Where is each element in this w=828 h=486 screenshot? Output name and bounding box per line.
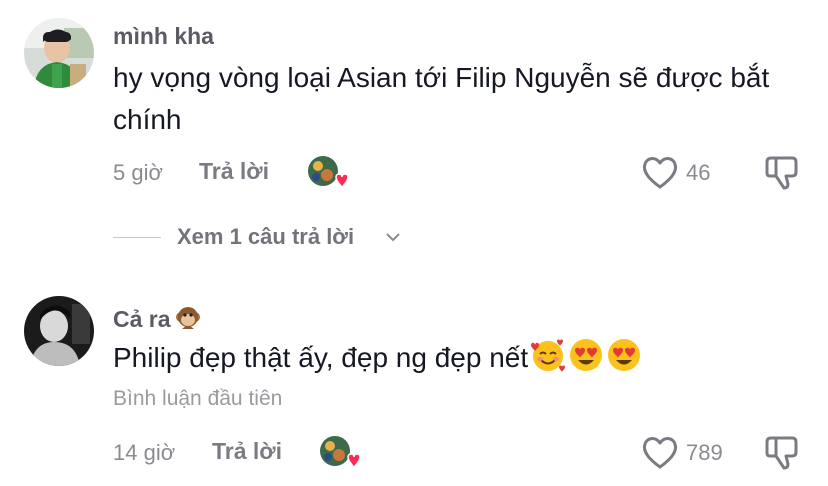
comment-text-body: Philip đẹp thật ấy, đẹp ng đẹp nết: [113, 342, 529, 373]
smiling-face-with-hearts-emoji: [530, 337, 566, 385]
creator-liked-badge: [304, 153, 350, 193]
comment-time: 5 giờ: [113, 160, 163, 185]
chevron-down-icon: [386, 233, 400, 242]
heart-eyes-emoji: [568, 337, 604, 385]
creator-liked-badge: [316, 433, 362, 473]
avatar[interactable]: [24, 18, 94, 88]
comment-item: Cả ra Philip đẹp thật ấy, đẹp ng đẹp nết…: [0, 260, 828, 486]
username-text: Cả ra: [113, 306, 171, 332]
like-count: 46: [686, 160, 711, 185]
view-replies-label: Xem 1 câu trả lời: [177, 224, 355, 249]
view-replies-button[interactable]: Xem 1 câu trả lời: [113, 222, 433, 252]
username[interactable]: Cả ra: [113, 303, 203, 339]
divider: [113, 237, 161, 238]
comment-text: Philip đẹp thật ấy, đẹp ng đẹp nết: [113, 337, 803, 385]
avatar[interactable]: [24, 296, 94, 366]
dislike-icon[interactable]: [762, 152, 802, 192]
monkey-emoji: [173, 303, 203, 339]
comment-item: mình kha hy vọng vòng loại Asian tới Fil…: [0, 0, 828, 260]
comment-text: hy vọng vòng loại Asian tới Filip Nguyễn…: [113, 62, 770, 135]
dislike-icon[interactable]: [762, 432, 802, 472]
heart-icon[interactable]: [640, 433, 680, 473]
like-count: 789: [686, 440, 723, 465]
reply-button[interactable]: Trả lời: [199, 158, 269, 185]
heart-eyes-emoji: [606, 337, 642, 385]
comment-time: 14 giờ: [113, 440, 176, 465]
first-comment-badge: Bình luận đầu tiên: [113, 387, 283, 410]
username[interactable]: mình kha: [113, 23, 214, 50]
reply-button[interactable]: Trả lời: [212, 438, 282, 465]
heart-icon[interactable]: [640, 153, 680, 193]
